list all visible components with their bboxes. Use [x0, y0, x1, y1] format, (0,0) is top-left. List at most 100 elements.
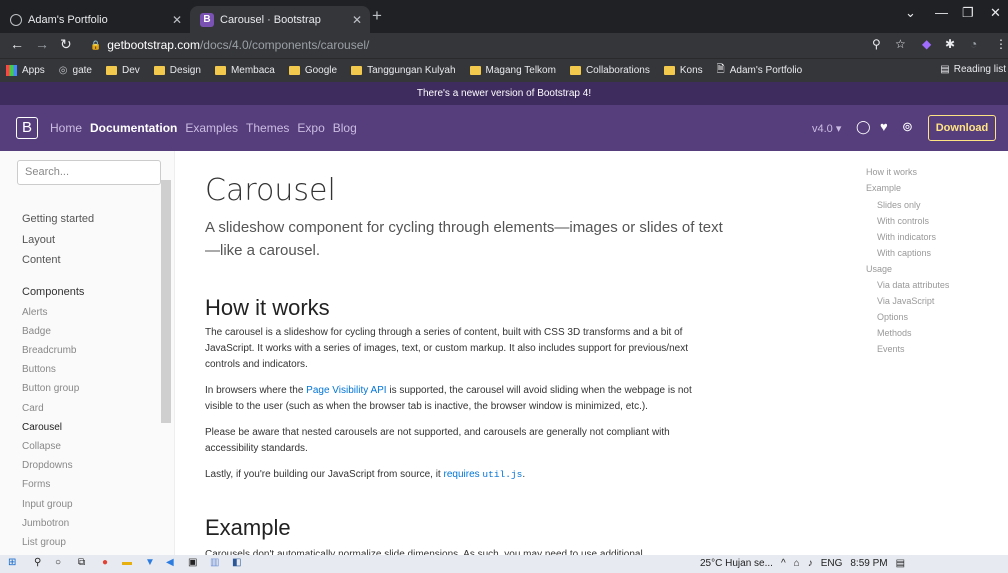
search-icon[interactable]: ⚲: [34, 557, 41, 568]
sidebar-item-dropdowns[interactable]: Dropdowns: [22, 460, 73, 471]
sidebar-scrollbar[interactable]: [161, 180, 171, 423]
toc-methods[interactable]: Methods: [877, 328, 912, 338]
chevron-up-icon[interactable]: ^: [781, 558, 786, 569]
bookmark-kons[interactable]: Kons: [663, 65, 703, 76]
toc-slides-only[interactable]: Slides only: [877, 200, 921, 210]
bookmark-dev[interactable]: Dev: [106, 65, 140, 76]
bookmark-tanggungan[interactable]: Tanggungan Kulyah: [351, 65, 456, 76]
sidebar-item-collapse[interactable]: Collapse: [22, 441, 61, 452]
bookmark-gate[interactable]: ◎ gate: [59, 65, 92, 76]
sidebar-item-carousel[interactable]: Carousel: [22, 422, 62, 433]
sidebar-item-button-group[interactable]: Button group: [22, 383, 79, 394]
bookmark-magang[interactable]: Magang Telkom: [469, 65, 556, 76]
sidebar-group-getting-started[interactable]: Getting started: [22, 213, 94, 225]
slack-icon[interactable]: ⊚: [902, 119, 913, 135]
toc-usage[interactable]: Usage: [866, 264, 892, 274]
toc-with-indicators[interactable]: With indicators: [877, 232, 936, 242]
sidebar-item-card[interactable]: Card: [22, 403, 44, 414]
sidebar-item-buttons[interactable]: Buttons: [22, 364, 56, 375]
back-icon[interactable]: ←: [10, 36, 24, 52]
chevron-down-icon[interactable]: ⌄: [905, 5, 916, 21]
download-button[interactable]: Download: [928, 115, 996, 141]
folder-icon: [569, 66, 581, 75]
reading-list-icon: ▤: [940, 64, 950, 75]
lang-indicator[interactable]: ENG: [821, 558, 843, 569]
sidebar-group-content[interactable]: Content: [22, 254, 61, 266]
nav-themes[interactable]: Themes: [246, 121, 289, 135]
nav-home[interactable]: Home: [50, 121, 82, 135]
toc-with-controls[interactable]: With controls: [877, 216, 929, 226]
reading-list[interactable]: ▤ Reading list: [940, 64, 1006, 75]
toc-events[interactable]: Events: [877, 344, 905, 354]
task-view-icon[interactable]: ⧉: [78, 557, 85, 568]
sidebar-group-components[interactable]: Components: [22, 286, 84, 298]
menu-icon[interactable]: ⋮: [995, 37, 1007, 51]
nav-expo[interactable]: Expo: [297, 121, 324, 135]
reload-icon[interactable]: ↻: [60, 36, 72, 53]
volume-icon[interactable]: ♪: [808, 558, 813, 569]
folder-icon: [106, 66, 117, 75]
notification-icon[interactable]: ▤: [896, 558, 905, 569]
sidebar-item-alerts[interactable]: Alerts: [22, 307, 48, 318]
toc-how-it-works[interactable]: How it works: [866, 167, 917, 177]
nav-blog[interactable]: Blog: [333, 121, 357, 135]
cortana-icon[interactable]: ○: [55, 557, 61, 568]
bookmark-google[interactable]: Google: [288, 65, 337, 76]
close-icon[interactable]: ✕: [352, 13, 362, 27]
bookmark-adams-portfolio[interactable]: 🗎 Adam's Portfolio: [717, 62, 803, 79]
sidebar-group-layout[interactable]: Layout: [22, 234, 55, 246]
new-tab-button[interactable]: +: [372, 6, 382, 26]
nav-documentation[interactable]: Documentation: [90, 121, 177, 135]
puzzle-icon[interactable]: ✱: [945, 37, 955, 51]
bootstrap-logo[interactable]: B: [16, 117, 38, 139]
github-icon[interactable]: ◯: [856, 119, 871, 135]
bookmark-apps[interactable]: Apps: [6, 65, 45, 76]
zoom-icon[interactable]: ⚲: [872, 37, 881, 51]
vscode-icon[interactable]: ◀: [166, 557, 174, 568]
minimize-icon[interactable]: —: [935, 5, 948, 20]
word-icon[interactable]: ◧: [232, 557, 241, 568]
sidebar-item-forms[interactable]: Forms: [22, 479, 50, 490]
bookmark-membaca[interactable]: Membaca: [214, 65, 275, 76]
profile-icon[interactable]: ◔: [970, 37, 977, 51]
tab-adams-portfolio[interactable]: Adam's Portfolio ✕: [0, 6, 190, 33]
close-window-icon[interactable]: ✕: [990, 5, 1001, 21]
windows-start-icon[interactable]: ⊞: [8, 557, 16, 568]
app-icon[interactable]: ▼: [145, 557, 155, 568]
app-icon[interactable]: ▣: [188, 557, 197, 568]
sidebar-item-badge[interactable]: Badge: [22, 326, 51, 337]
close-icon[interactable]: ✕: [172, 13, 182, 27]
toc-via-data-attributes[interactable]: Via data attributes: [877, 280, 949, 290]
nav-examples[interactable]: Examples: [185, 121, 238, 135]
page-visibility-api-link[interactable]: Page Visibility API: [306, 385, 386, 396]
sidebar-item-breadcrumb[interactable]: Breadcrumb: [22, 345, 76, 356]
toc-options[interactable]: Options: [877, 312, 908, 322]
sidebar-item-list-group[interactable]: List group: [22, 537, 66, 548]
star-icon[interactable]: ☆: [895, 37, 906, 51]
sidebar-item-input-group[interactable]: Input group: [22, 499, 73, 510]
newer-version-banner[interactable]: There's a newer version of Bootstrap 4!: [0, 82, 1008, 105]
network-icon[interactable]: ⌂: [794, 558, 800, 569]
toc-example[interactable]: Example: [866, 183, 901, 193]
bookmark-collaborations[interactable]: Collaborations: [569, 65, 650, 76]
forward-icon[interactable]: →: [35, 36, 49, 52]
toc-via-javascript[interactable]: Via JavaScript: [877, 296, 934, 306]
extension-icon[interactable]: ◆: [922, 37, 931, 51]
restore-icon[interactable]: ❐: [962, 5, 974, 21]
folder-icon: [663, 66, 675, 75]
search-input[interactable]: Search...: [17, 160, 161, 185]
toc-with-captions[interactable]: With captions: [877, 248, 931, 258]
sidebar-item-jumbotron[interactable]: Jumbotron: [22, 518, 69, 529]
clock[interactable]: 8:59 PM: [850, 558, 887, 569]
version-dropdown[interactable]: v4.0 ▾: [812, 122, 841, 135]
chrome-icon[interactable]: ●: [102, 557, 108, 568]
bookmark-design[interactable]: Design: [153, 65, 201, 76]
url-input[interactable]: 🔒 getbootstrap.com/docs/4.0/components/c…: [84, 34, 874, 56]
twitter-icon[interactable]: ♥: [880, 119, 888, 134]
file-explorer-icon[interactable]: ▬: [122, 557, 132, 568]
browser-tab-strip: Adam's Portfolio ✕ B Carousel · Bootstra…: [0, 0, 1008, 33]
requires-link[interactable]: requires: [444, 469, 480, 480]
weather-widget[interactable]: 25°C Hujan se...: [700, 558, 773, 569]
tab-carousel-bootstrap[interactable]: B Carousel · Bootstrap ✕: [190, 6, 370, 33]
notepad-icon[interactable]: ▥: [210, 557, 219, 568]
